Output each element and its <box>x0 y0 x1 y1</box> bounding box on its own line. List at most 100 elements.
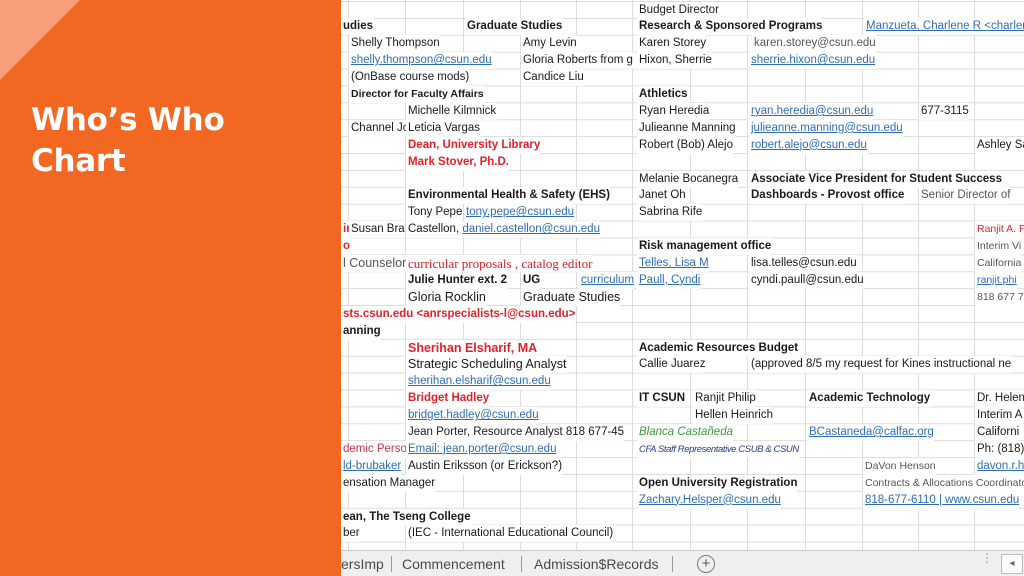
sheet-cell[interactable]: Director for Faculty Affairs <box>349 86 484 103</box>
sheet-cell[interactable]: Karen Storey <box>637 35 707 53</box>
sheet-cell[interactable]: Research & Sponsored Programs <box>637 18 823 36</box>
sheet-cell[interactable]: Julie Hunter ext. 2 <box>406 271 508 289</box>
sheet-cell[interactable]: Ranjit A. P <box>975 221 1024 239</box>
sheet-cell[interactable]: Sherihan Elsharif, MA <box>406 339 538 357</box>
sheet-cell[interactable]: Associate Vice President for Student Suc… <box>749 170 1002 188</box>
sheet-cell[interactable]: Austin Eriksson (or Erickson?) <box>406 457 563 475</box>
sheet-cell[interactable]: Strategic Scheduling Analyst <box>406 356 567 374</box>
sheet-cell[interactable]: anning <box>341 322 381 340</box>
sheet-cell[interactable]: Shelly Thompson <box>349 35 440 53</box>
vertical-dots-icon[interactable]: ⋮ <box>981 552 993 564</box>
sheet-cell[interactable]: curricular proposals , catalog editor <box>406 255 593 272</box>
spreadsheet-grid[interactable]: Budget Director udies Graduate Studies Rese… <box>341 0 1024 550</box>
sheet-cell[interactable]: Californi <box>975 424 1020 441</box>
sheet-cell[interactable]: Risk management office <box>637 238 772 256</box>
sheet-cell[interactable]: Ryan Heredia <box>637 102 710 120</box>
sheet-cell[interactable]: bridget.hadley@csun.edu <box>406 407 539 425</box>
sheet-cell[interactable]: Jean Porter, Resource Analyst 818 677-45 <box>406 424 625 441</box>
sheet-cell[interactable]: Dashboards - Provost office <box>749 187 905 205</box>
sheet-cell[interactable]: Julieanne Manning <box>637 119 736 137</box>
sheet-cell[interactable]: Robert (Bob) Alejo <box>637 136 733 154</box>
sheet-cell[interactable]: demic Perso <box>341 440 407 458</box>
sheet-cell[interactable]: Susan Bra <box>349 221 405 239</box>
email-link[interactable]: daniel.castellon@csun.edu <box>462 223 600 235</box>
sheet-cell[interactable]: Athletics <box>637 86 688 103</box>
sheet-cell[interactable]: julieanne.manning@csun.edu <box>749 119 903 137</box>
sheet-cell[interactable]: Academic Resources Budget <box>637 339 799 357</box>
sheet-cell[interactable]: davon.r.h <box>975 457 1024 475</box>
sheet-cell[interactable]: Academic Technology <box>807 390 931 408</box>
sheet-cell[interactable]: ber <box>341 525 360 543</box>
sheet-cell[interactable]: 818-677-6110 | www.csun.edu <box>863 491 1020 509</box>
sheet-cell[interactable]: ranjit.phi <box>975 271 1017 289</box>
sheet-cell[interactable]: Interim A <box>975 407 1023 425</box>
sheet-cell[interactable]: Sabrina Rife <box>637 204 703 222</box>
sheet-cell[interactable]: Graduate Studies <box>465 18 563 36</box>
sheet-cell[interactable]: lisa.telles@csun.edu <box>749 255 857 272</box>
sheet-cell[interactable]: 818 677 7 <box>975 288 1024 306</box>
sheet-cell[interactable]: curriculum <box>579 271 635 289</box>
sheet-cell[interactable]: Callie Juarez <box>637 356 706 374</box>
sheet-cell[interactable]: DaVon Henson <box>863 457 936 475</box>
sheet-cell[interactable]: Graduate Studies <box>521 288 621 306</box>
sheet-tab[interactable]: Commencement <box>402 553 505 575</box>
sheet-cell[interactable]: Hellen Heinrich <box>693 407 773 425</box>
sheet-cell[interactable]: Hixon, Sherrie <box>637 52 712 70</box>
sheet-cell[interactable]: l Counselor <box>341 255 407 272</box>
sheet-cell[interactable]: Blanca Castañeda <box>637 424 733 441</box>
sheet-cell[interactable]: (OnBase course mods) <box>349 69 470 87</box>
sheet-cell[interactable]: Ph: (818) <box>975 440 1024 458</box>
sheet-cell[interactable]: Open University Registration <box>637 474 798 492</box>
sheet-cell[interactable]: UG <box>521 271 541 289</box>
sheet-cell[interactable]: Channel Jc <box>349 119 409 137</box>
sheet-cell[interactable]: robert.alejo@csun.edu <box>749 136 867 154</box>
sheet-cell[interactable]: sherrie.hixon@csun.edu <box>749 52 876 70</box>
sheet-cell[interactable]: Michelle Kilmnick <box>406 102 497 120</box>
sheet-cell[interactable]: sts.csun.edu <anrspecialists-l@csun.edu> <box>341 305 576 323</box>
sheet-cell[interactable]: Mark Stover, Ph.D. <box>406 153 509 171</box>
sheet-cell[interactable]: shelly.thompson@csun.edu <box>349 52 492 70</box>
sheet-cell[interactable]: Gloria Rocklin <box>406 288 486 306</box>
sheet-cell[interactable]: (approved 8/5 my request for Kines instr… <box>749 356 1012 374</box>
sheet-cell[interactable]: Candice Liu <box>521 69 584 87</box>
sheet-cell[interactable]: BCastaneda@calfac.org <box>807 424 934 441</box>
sheet-cell[interactable]: ld-brubaker <box>341 457 402 475</box>
sheet-cell[interactable]: Contracts & Allocations Coordinator <box>863 474 1024 492</box>
sheet-cell[interactable]: Ranjit Philip <box>693 390 756 408</box>
sheet-cell[interactable]: Dean, University Library <box>406 136 541 154</box>
sheet-cell[interactable]: Tony Pepe <box>406 204 463 222</box>
sheet-cell[interactable]: udies <box>341 18 374 36</box>
sheet-cell[interactable]: karen.storey@csun.edu <box>752 35 876 53</box>
sheet-cell[interactable]: ean, The Tseng College <box>341 508 471 526</box>
sheet-cell[interactable]: tony.pepe@csun.edu <box>464 204 575 222</box>
scroll-left-button[interactable]: ◂ <box>1001 554 1023 574</box>
sheet-cell[interactable]: Senior Director of <box>919 187 1011 205</box>
sheet-cell[interactable]: Gloria Roberts from g <box>521 52 633 70</box>
sheet-cell[interactable]: Melanie Bocanegra <box>637 170 739 188</box>
sheet-cell[interactable]: Zachary.Helsper@csun.edu <box>637 491 781 509</box>
sheet-cell[interactable]: sherihan.elsharif@csun.edu <box>406 373 551 391</box>
sheet-cell[interactable]: California <box>975 255 1022 272</box>
sheet-cell[interactable]: ryan.heredia@csun.edu <box>749 102 874 120</box>
sheet-cell[interactable]: Castellon, daniel.castellon@csun.edu <box>406 221 600 239</box>
sheet-cell[interactable]: Ashley Sa <box>975 136 1024 154</box>
sheet-cell[interactable]: Janet Oh <box>637 187 686 205</box>
sheet-cell[interactable]: Email: jean.porter@csun.edu <box>406 440 557 458</box>
sheet-cell[interactable]: Interim Vi <box>975 238 1022 256</box>
sheet-cell[interactable]: Leticia Vargas <box>406 119 481 137</box>
sheet-cell[interactable]: CFA Staff Representative CSUB & CSUN <box>637 440 799 458</box>
sheet-cell[interactable]: o <box>341 238 351 256</box>
sheet-cell[interactable]: Environmental Health & Safety (EHS) <box>406 187 610 205</box>
sheet-cell[interactable]: (IEC - International Educational Council… <box>406 525 614 543</box>
sheet-cell[interactable]: Bridget Hadley <box>406 390 490 408</box>
sheet-cell[interactable]: Amy Levin <box>521 35 577 53</box>
sheet-cell[interactable]: Dr. Helen <box>975 390 1024 408</box>
plus-circle-icon[interactable]: + <box>697 555 715 573</box>
sheet-cell[interactable]: cyndi.paull@csun.edu <box>749 271 864 289</box>
sheet-cell[interactable]: Paull, Cyndi <box>637 271 701 289</box>
sheet-cell[interactable]: Manzueta, Charlene R <charlene <box>864 18 1024 36</box>
sheet-tab[interactable]: Admission$Records <box>534 553 659 575</box>
sheet-cell[interactable]: Budget Director <box>637 1 719 19</box>
sheet-tab[interactable]: ersImp <box>341 553 384 575</box>
sheet-cell[interactable]: Telles, Lisa M <box>637 255 709 272</box>
